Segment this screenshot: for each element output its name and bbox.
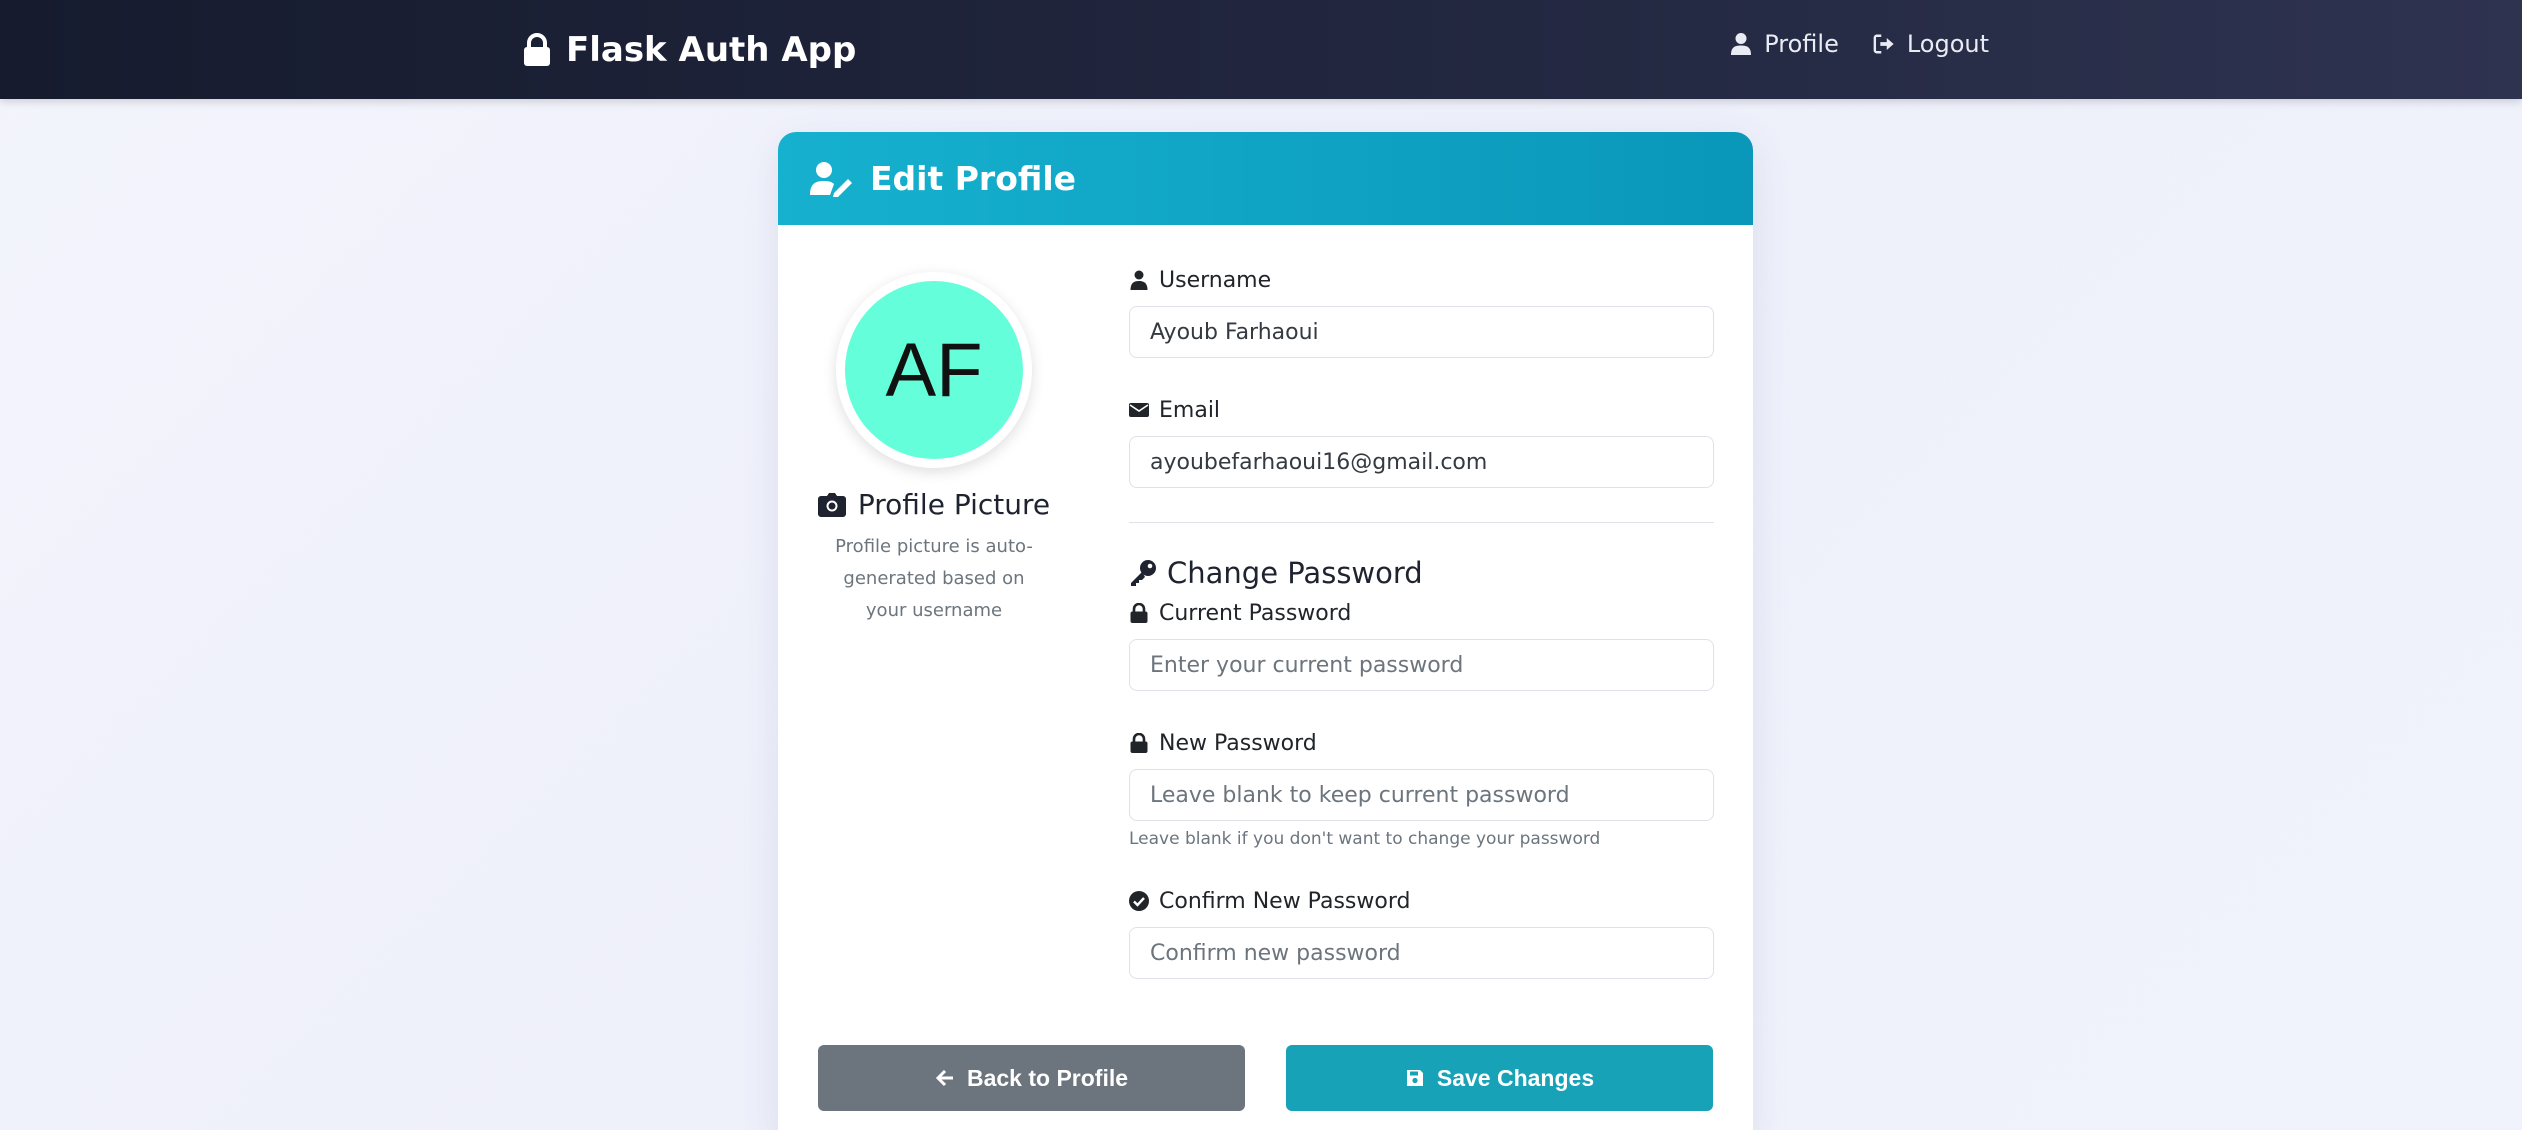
arrow-left-icon <box>935 1069 953 1087</box>
lock-icon <box>524 33 550 66</box>
brand-name: Flask Auth App <box>566 30 857 70</box>
user-icon <box>1731 33 1752 55</box>
save-icon <box>1406 1070 1423 1086</box>
back-to-profile-button[interactable]: Back to Profile <box>818 1045 1245 1111</box>
save-button-label: Save Changes <box>1436 1064 1595 1091</box>
nav-profile-label: Profile <box>1764 30 1839 58</box>
profile-picture-label: Profile Picture <box>857 488 1051 521</box>
change-password-title-text: Change Password <box>1167 556 1423 590</box>
brand[interactable]: Flask Auth App <box>522 26 856 74</box>
confirm-password-input[interactable] <box>1129 927 1714 979</box>
profile-picture-help: Profile picture is auto-generated based … <box>835 536 1033 621</box>
key-icon <box>1131 560 1156 586</box>
lock-icon <box>1130 603 1148 623</box>
navbar: Flask Auth App Profile Logout <box>0 0 2522 99</box>
check-circle-icon <box>1129 891 1149 911</box>
current-password-field-group: Current Password <box>1129 595 1714 691</box>
profile-picture-title: Profile Picture <box>814 488 1054 521</box>
lock-icon <box>1130 733 1148 753</box>
username-field-group: Username <box>1129 262 1714 358</box>
username-input[interactable] <box>1129 306 1714 358</box>
confirm-password-label-text: Confirm New Password <box>1159 888 1411 914</box>
username-label: Username <box>1129 262 1714 298</box>
save-changes-button[interactable]: Save Changes <box>1286 1045 1713 1111</box>
nav-logout-link[interactable]: Logout <box>1873 30 1989 58</box>
edit-profile-form: Username Email Change Password <box>1129 262 1714 1013</box>
new-password-field-group: New Password Leave blank if you don't wa… <box>1129 725 1714 849</box>
current-password-label: Current Password <box>1129 595 1714 631</box>
logout-icon <box>1873 34 1894 54</box>
card-title: Edit Profile <box>870 159 1077 198</box>
profile-picture-section: AF Profile Picture Profile picture is au… <box>814 272 1054 627</box>
new-password-hint: Leave blank if you don't want to change … <box>1129 829 1601 849</box>
email-label-text: Email <box>1159 397 1221 423</box>
email-field-group: Email <box>1129 392 1714 488</box>
camera-icon <box>817 492 846 517</box>
confirm-password-label: Confirm New Password <box>1129 883 1714 919</box>
user-edit-icon <box>810 161 852 197</box>
avatar-ring: AF <box>836 272 1032 468</box>
new-password-input[interactable] <box>1129 769 1714 821</box>
nav-profile-link[interactable]: Profile <box>1730 30 1839 58</box>
email-label: Email <box>1129 392 1714 428</box>
current-password-input[interactable] <box>1129 639 1714 691</box>
back-button-label: Back to Profile <box>966 1064 1129 1091</box>
new-password-label: New Password <box>1129 725 1714 761</box>
edit-profile-card: Edit Profile AF Profile Picture Profile … <box>778 132 1753 1130</box>
change-password-title: Change Password <box>1129 553 1714 593</box>
divider <box>1129 522 1714 523</box>
nav-logout-label: Logout <box>1906 30 1989 58</box>
new-password-label-text: New Password <box>1159 730 1317 756</box>
current-password-label-text: Current Password <box>1159 600 1352 626</box>
username-label-text: Username <box>1159 267 1272 293</box>
envelope-icon <box>1129 403 1149 417</box>
nav-links: Profile Logout <box>1730 30 1989 58</box>
email-input[interactable] <box>1129 436 1714 488</box>
card-header: Edit Profile <box>778 132 1753 225</box>
confirm-password-field-group: Confirm New Password <box>1129 883 1714 979</box>
avatar: AF <box>845 281 1023 459</box>
user-icon <box>1130 270 1148 290</box>
